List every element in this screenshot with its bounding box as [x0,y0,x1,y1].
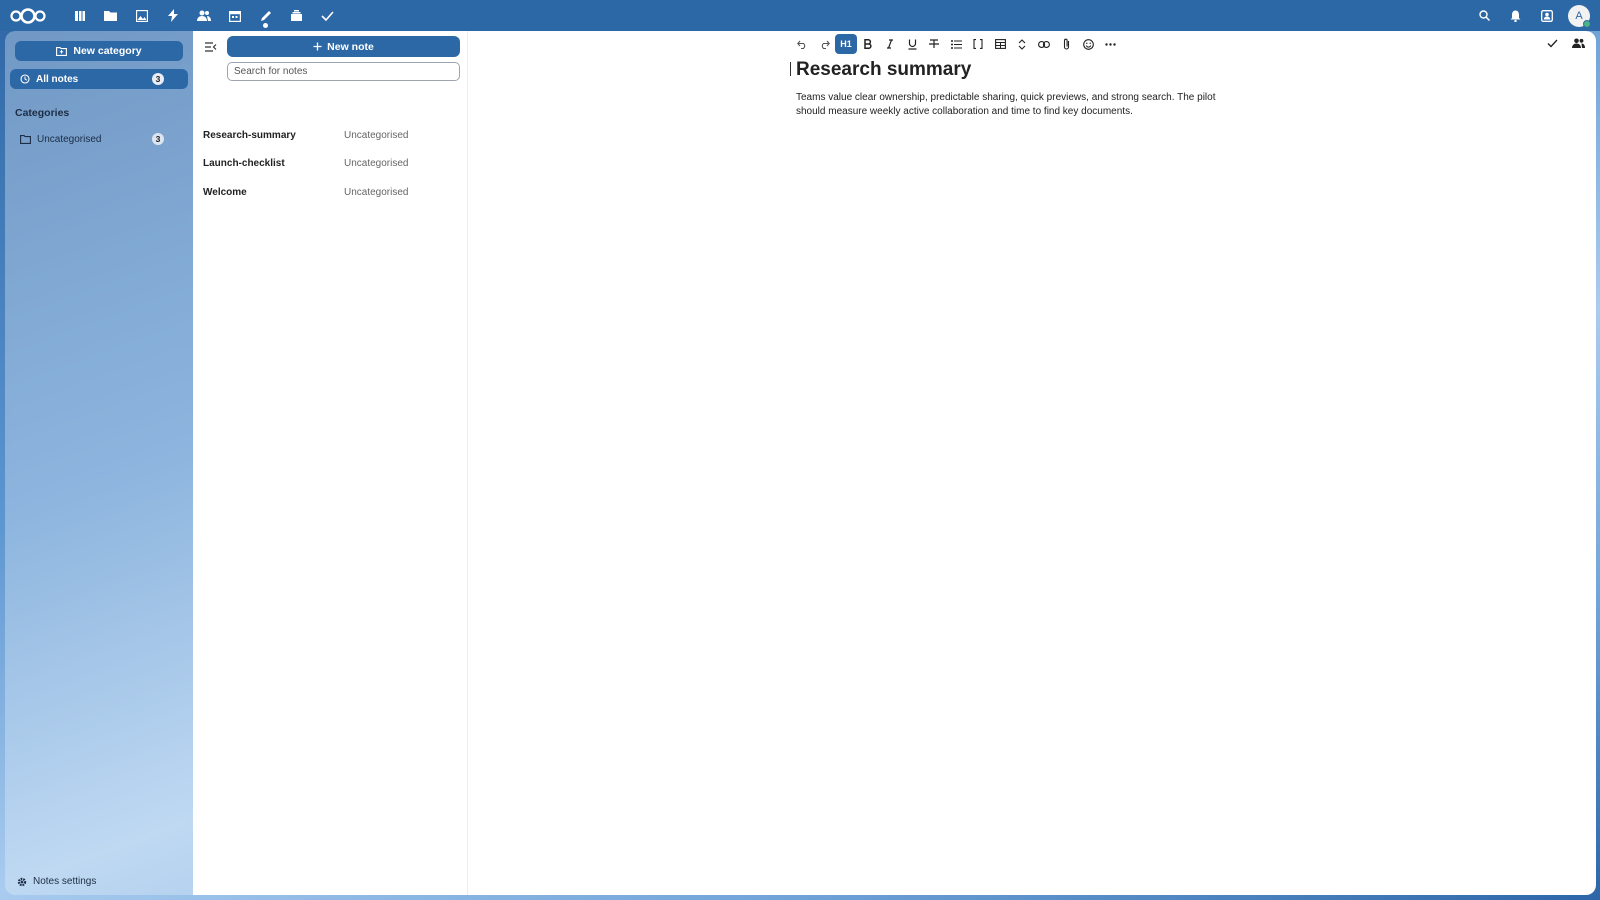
category-count: 3 [152,133,164,145]
note-editor: H1 Research summary Teams value clear ow… [468,31,1596,895]
contacts-icon[interactable] [188,0,219,31]
heading-button[interactable]: H1 [835,34,857,54]
note-body-paragraph[interactable]: Teams value clear ownership, predictable… [796,91,1236,119]
bold-icon[interactable] [857,34,879,54]
strikethrough-icon[interactable] [923,34,945,54]
nextcloud-logo-icon[interactable] [8,6,48,26]
new-note-label: New note [327,40,374,53]
note-list-item[interactable]: Welcome Uncategorised [203,181,461,203]
new-category-label: New category [73,45,142,57]
bullet-list-icon[interactable] [945,34,967,54]
notes-settings-label: Notes settings [33,876,97,887]
new-note-button[interactable]: New note [227,36,460,57]
notes-settings-button[interactable]: Notes settings [17,876,96,887]
notifications-icon[interactable] [1500,0,1531,31]
calendar-icon[interactable] [219,0,250,31]
saved-checkmark-icon[interactable] [1542,33,1562,53]
notes-app: New category All notes 3 Categories Unca… [5,31,1596,895]
code-block-icon[interactable] [967,34,989,54]
photos-icon[interactable] [126,0,157,31]
folder-icon [20,134,31,144]
all-notes-count: 3 [152,73,164,85]
online-status-icon [1583,19,1591,28]
note-title: Welcome [203,186,247,198]
top-header: A [0,0,1600,31]
note-category: Uncategorised [344,129,409,141]
note-heading[interactable]: Research summary [796,59,971,81]
redo-icon[interactable] [813,34,835,54]
files-icon[interactable] [95,0,126,31]
emoji-icon[interactable] [1077,34,1099,54]
note-title: Launch-checklist [203,157,285,169]
contacts-menu-icon[interactable] [1531,0,1562,31]
notes-icon[interactable] [250,0,281,31]
italic-icon[interactable] [879,34,901,54]
categories-heading: Categories [15,107,70,119]
toggle-sidebar-icon[interactable] [203,39,219,55]
gear-icon [17,877,27,887]
deck-icon[interactable] [281,0,312,31]
note-title: Research-summary [203,129,296,141]
note-category: Uncategorised [344,157,409,169]
note-list-item[interactable]: Research-summary Uncategorised [203,124,461,146]
app-sidebar: New category All notes 3 Categories Unca… [5,31,193,895]
search-notes-input[interactable] [227,62,460,81]
all-notes-label: All notes [36,73,79,85]
sidebar-item-all-notes[interactable]: All notes 3 [10,69,188,89]
sessions-users-icon[interactable] [1568,33,1588,53]
tasks-icon[interactable] [312,0,343,31]
avatar-initial: A [1575,9,1583,22]
plus-icon [313,42,322,51]
more-options-icon[interactable] [1099,34,1121,54]
note-category: Uncategorised [344,186,409,198]
activity-icon[interactable] [157,0,188,31]
underline-icon[interactable] [901,34,923,54]
folder-plus-icon [56,46,68,56]
category-label: Uncategorised [37,133,102,145]
editor-toolbar: H1 [791,33,1121,55]
dashboard-icon[interactable] [64,0,95,31]
details-expand-icon[interactable] [1011,34,1033,54]
editor-actions [1542,33,1588,53]
note-list-item[interactable]: Launch-checklist Uncategorised [203,152,461,174]
undo-icon[interactable] [791,34,813,54]
attachment-icon[interactable] [1055,34,1077,54]
header-right: A [1469,0,1600,31]
app-navigation [64,0,343,31]
search-icon[interactable] [1469,0,1500,31]
table-icon[interactable] [989,34,1011,54]
history-icon [20,74,30,84]
note-list: New note Research-summary Uncategorised … [193,31,468,895]
new-category-button[interactable]: New category [15,41,183,61]
user-avatar[interactable]: A [1568,4,1591,28]
sidebar-item-uncategorised[interactable]: Uncategorised 3 [10,129,188,149]
link-icon[interactable] [1033,34,1055,54]
